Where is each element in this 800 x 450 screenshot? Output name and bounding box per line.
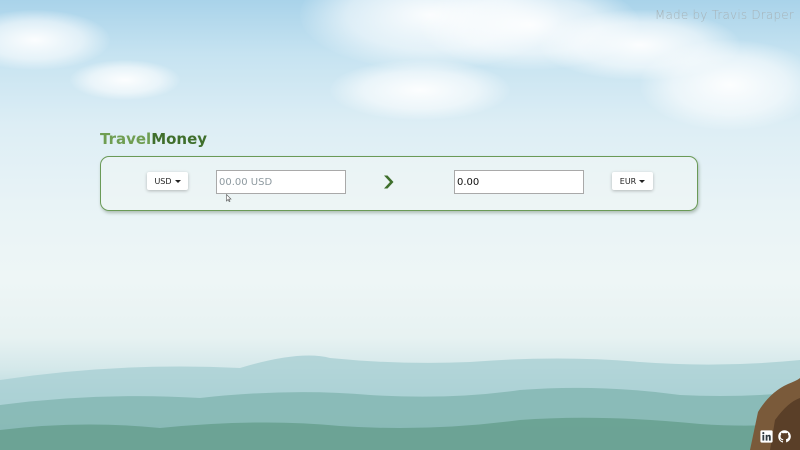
- app-title-travel: Travel: [100, 130, 152, 148]
- mouse-cursor-icon: [226, 194, 232, 202]
- from-currency-dropdown[interactable]: USD: [147, 172, 188, 190]
- github-icon[interactable]: [778, 430, 791, 443]
- credit-text: Made by Travis Draper: [654, 8, 794, 22]
- to-currency-label: EUR: [619, 176, 637, 186]
- amount-input[interactable]: [216, 170, 346, 194]
- app-title: TravelMoney: [100, 130, 207, 148]
- linkedin-icon[interactable]: [760, 430, 773, 443]
- converted-output[interactable]: [454, 170, 584, 194]
- to-currency-dropdown[interactable]: EUR: [612, 172, 653, 190]
- caret-down-icon: [639, 179, 646, 183]
- converter-panel: [100, 156, 698, 211]
- caret-down-icon: [174, 179, 181, 183]
- from-currency-label: USD: [154, 176, 172, 186]
- app-title-money: Money: [151, 130, 208, 148]
- chevron-right-icon: [384, 175, 394, 189]
